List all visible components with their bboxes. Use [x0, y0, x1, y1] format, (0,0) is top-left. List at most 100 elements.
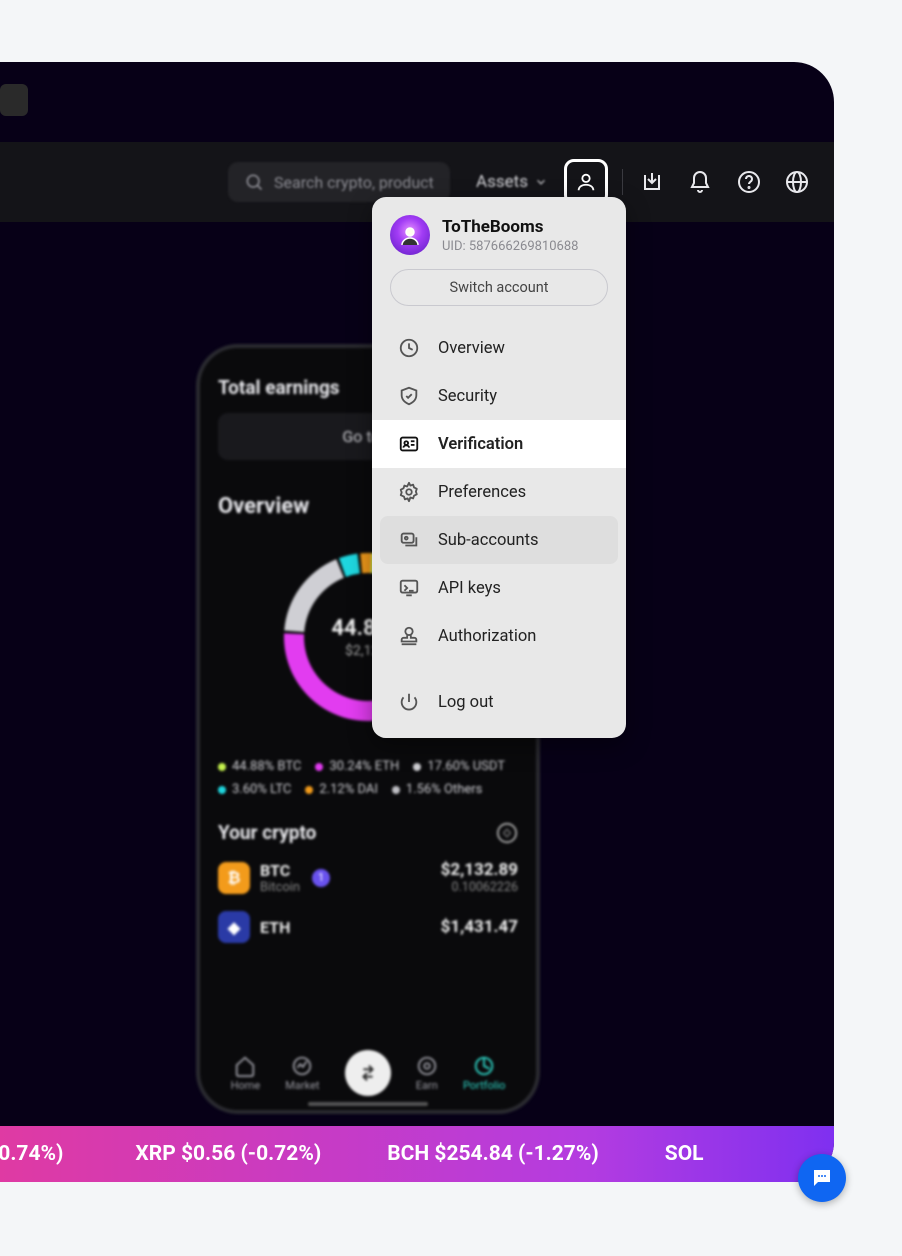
profile-username: ToTheBooms	[442, 217, 578, 237]
menu-item-logout[interactable]: Log out	[380, 678, 618, 726]
coin-list: ₿ BTC Bitcoin 1 $2,132.89 0.10062226 ◆ E…	[218, 860, 518, 943]
coin-info: BTC Bitcoin	[260, 861, 300, 895]
coin-badge: 1	[312, 869, 330, 887]
your-crypto-heading: Your crypto	[218, 821, 316, 844]
coin-row[interactable]: ₿ BTC Bitcoin 1 $2,132.89 0.10062226	[218, 860, 518, 895]
user-icon	[575, 171, 597, 193]
notifications-button[interactable]	[681, 162, 719, 202]
legend-item: 3.60% LTC	[218, 782, 291, 797]
download-icon	[640, 170, 664, 194]
chat-button[interactable]	[798, 1154, 846, 1202]
legend-text: 2.12% DAI	[319, 782, 378, 797]
coin-name: Bitcoin	[260, 880, 300, 895]
legend-text: 44.88% BTC	[232, 759, 301, 774]
search-input[interactable]: Search crypto, products	[228, 162, 450, 202]
menu-item-preferences-label: Preferences	[438, 483, 526, 502]
menu-item-overview[interactable]: Overview	[380, 324, 618, 372]
coin-chip: ◆	[218, 911, 250, 943]
swap-icon[interactable]	[496, 822, 518, 844]
market-icon	[291, 1055, 313, 1077]
legend-text: 17.60% USDT	[427, 759, 505, 774]
swap-arrows-icon	[357, 1062, 379, 1084]
assets-label: Assets	[476, 172, 528, 192]
coin-value: $2,132.89 0.10062226	[441, 860, 518, 895]
profile-dropdown: ToTheBooms UID: 587666269810688 Switch a…	[372, 197, 626, 738]
tab-bar: Home Market Earn Portfolio	[218, 1050, 518, 1096]
legend-item: 30.24% ETH	[315, 759, 399, 774]
help-button[interactable]	[730, 162, 768, 202]
menu-item-verification[interactable]: Verification	[372, 420, 626, 468]
menu-item-logout-label: Log out	[438, 693, 494, 712]
gear-icon	[398, 481, 420, 503]
assets-dropdown[interactable]: Assets	[476, 172, 548, 192]
switch-account-button[interactable]: Switch account	[390, 269, 608, 306]
ticker-item: BCH $254.84 (-1.27%)	[387, 1142, 599, 1166]
language-button[interactable]	[778, 162, 816, 202]
coin-row[interactable]: ◆ ETH $1,431.47	[218, 911, 518, 943]
menu-item-preferences[interactable]: Preferences	[380, 468, 618, 516]
stamp-icon	[398, 625, 420, 647]
legend-dot	[218, 786, 226, 794]
ticker-item: SOL	[665, 1142, 704, 1166]
menu-item-apikeys[interactable]: API keys	[380, 564, 618, 612]
download-button[interactable]	[633, 162, 671, 202]
bell-icon	[688, 170, 712, 194]
overview-icon	[398, 337, 420, 359]
legend-dot	[315, 763, 323, 771]
coin-amount: $1,431.47	[441, 917, 518, 937]
coin-amount: $2,132.89	[441, 860, 518, 880]
power-icon	[398, 691, 420, 713]
tab-market[interactable]: Market	[285, 1055, 319, 1092]
subaccounts-icon	[398, 529, 420, 551]
legend-dot	[413, 763, 421, 771]
menu-item-authorization[interactable]: Authorization	[380, 612, 618, 660]
tab-trade[interactable]	[345, 1050, 391, 1096]
earn-icon	[416, 1055, 438, 1077]
profile-uid: UID: 587666269810688	[442, 239, 578, 254]
menu-item-security[interactable]: Security	[380, 372, 618, 420]
switch-account-label: Switch account	[449, 279, 548, 296]
portfolio-icon	[473, 1055, 495, 1077]
menu-item-overview-label: Overview	[438, 339, 505, 358]
home-indicator	[308, 1102, 428, 1106]
legend-item: 1.56% Others	[392, 782, 482, 797]
legend-item: 17.60% USDT	[413, 759, 505, 774]
legend-item: 2.12% DAI	[305, 782, 378, 797]
legend-dot	[305, 786, 313, 794]
legend-text: 3.60% LTC	[232, 782, 291, 797]
home-icon	[234, 1055, 256, 1077]
coin-symbol: ETH	[260, 918, 290, 937]
topbar-divider	[622, 169, 623, 195]
coin-symbol: BTC	[260, 861, 300, 880]
window-titlebar-stub	[0, 84, 28, 116]
coin-value: $1,431.47	[441, 917, 518, 937]
coin-chip: ₿	[218, 862, 250, 894]
app-window: Search crypto, products Assets Total ear…	[0, 62, 834, 1182]
menu-item-subaccounts-label: Sub-accounts	[438, 531, 539, 550]
tab-portfolio-label: Portfolio	[463, 1079, 505, 1092]
avatar-person-icon	[398, 223, 422, 247]
legend-item: 44.88% BTC	[218, 759, 301, 774]
menu-item-authorization-label: Authorization	[438, 627, 536, 646]
terminal-icon	[398, 577, 420, 599]
search-icon	[244, 172, 264, 192]
coin-info: ETH	[260, 918, 290, 937]
profile-header: ToTheBooms UID: 587666269810688	[380, 215, 618, 269]
price-ticker: -0.74%) XRP $0.56 (-0.72%) BCH $254.84 (…	[0, 1126, 834, 1182]
tab-market-label: Market	[285, 1079, 319, 1092]
menu-item-verification-label: Verification	[438, 435, 523, 454]
globe-icon	[785, 170, 809, 194]
ticker-item: -0.74%)	[0, 1142, 63, 1166]
tab-earn-label: Earn	[416, 1079, 438, 1092]
tab-earn[interactable]: Earn	[416, 1055, 438, 1092]
chat-icon	[810, 1166, 834, 1190]
chevron-down-icon	[534, 175, 548, 189]
tab-portfolio[interactable]: Portfolio	[463, 1055, 505, 1092]
menu-item-subaccounts[interactable]: Sub-accounts	[380, 516, 618, 564]
tab-home[interactable]: Home	[231, 1055, 261, 1092]
ticker-item: XRP $0.56 (-0.72%)	[135, 1142, 321, 1166]
search-placeholder: Search crypto, products	[274, 173, 434, 192]
avatar	[390, 215, 430, 255]
legend-dot	[218, 763, 226, 771]
help-icon	[737, 170, 761, 194]
